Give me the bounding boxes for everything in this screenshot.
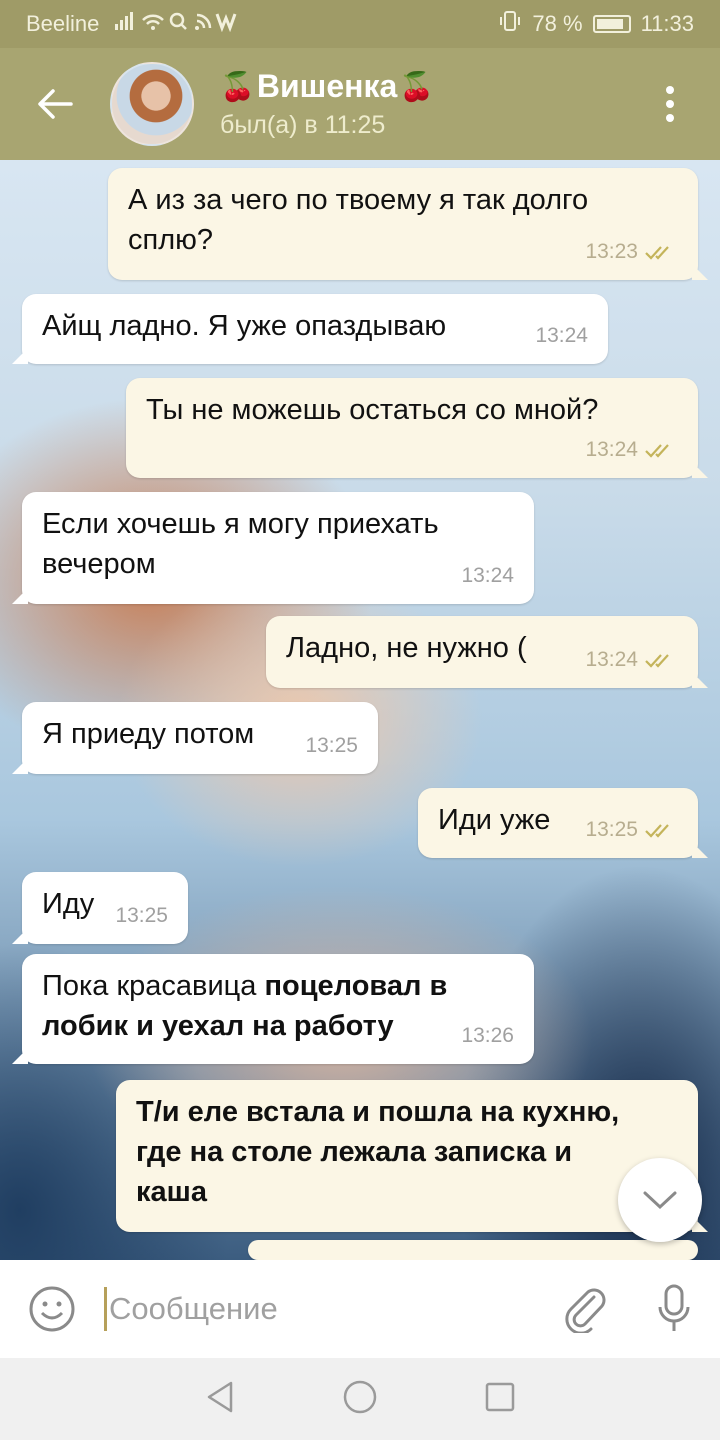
nav-back-icon — [207, 1381, 232, 1412]
message-text: Пока красавица поцеловал в лобик и уехал … — [42, 966, 514, 1046]
timestamp: 13:25 — [115, 904, 168, 927]
timestamp: 13:24 — [535, 324, 588, 347]
timestamp: 13:26 — [461, 1024, 514, 1047]
vibrate-icon — [498, 10, 522, 38]
microphone-icon — [658, 1284, 690, 1331]
system-nav-bar — [0, 1358, 720, 1440]
chat-title-block[interactable]: 🍒 Вишенка 🍒 был(а) в 11:25 — [220, 68, 434, 140]
last-seen: был(а) в 11:25 — [220, 111, 386, 139]
message-text: Т/и еле встала и пошла на кухню, где на с… — [136, 1092, 678, 1212]
message-time: 13:26 — [461, 1016, 514, 1056]
message-line: где на столе лежала записка и — [136, 1136, 573, 1168]
read-ticks-icon — [645, 654, 669, 668]
message-line: Т/и еле встала и пошла на кухню, — [136, 1096, 620, 1128]
message-line: каша — [136, 1176, 207, 1208]
voice-button[interactable] — [656, 1283, 692, 1335]
status-right: 78 % 11:33 — [498, 10, 694, 38]
chat-header: 🍒 Вишенка 🍒 был(а) в 11:25 — [0, 48, 720, 160]
read-ticks-icon — [645, 444, 669, 458]
message-time: 13:24 — [535, 316, 588, 356]
emoji-icon — [29, 1286, 75, 1332]
dot — [666, 86, 674, 94]
outgoing-message[interactable]: Ты не можешь остаться со мной? 13:24 — [126, 378, 698, 478]
message-time: 13:24 — [585, 640, 678, 680]
nav-back-button[interactable] — [203, 1379, 237, 1420]
message-input[interactable]: Сообщение — [109, 1291, 564, 1327]
clock: 11:33 — [640, 11, 694, 36]
message-line: А из за чего по твоему я так долго — [128, 184, 589, 216]
timestamp: 13:23 — [585, 240, 638, 263]
incoming-message[interactable]: Я приеду потом 13:25 — [22, 702, 378, 774]
message-plain-text: Пока красавица — [42, 970, 265, 1002]
contact-name: 🍒 Вишенка 🍒 — [220, 68, 434, 105]
incoming-message[interactable]: Если хочешь я могу приехать вечером 13:24 — [22, 492, 534, 604]
dot — [666, 100, 674, 108]
timestamp: 13:24 — [461, 564, 514, 587]
battery-icon — [592, 15, 631, 33]
timestamp: 13:25 — [585, 818, 638, 841]
nav-recents-icon — [486, 1382, 515, 1411]
read-ticks-icon — [645, 824, 669, 838]
outgoing-message[interactable]: А из за чего по твоему я так долго сплю? 1… — [108, 168, 698, 280]
read-ticks-icon — [645, 246, 669, 260]
carrier-name: Beeline — [26, 11, 100, 36]
message-time: 13:24 — [585, 430, 678, 470]
battery-percent: 78 % — [532, 11, 583, 36]
avatar[interactable] — [110, 62, 194, 146]
paperclip-icon — [565, 1288, 606, 1333]
status-bar: Beeline 78 % 11:33 — [0, 0, 720, 48]
text-cursor — [104, 1287, 107, 1331]
arrow-left-icon — [38, 89, 73, 119]
timestamp: 13:24 — [585, 438, 638, 461]
message-input-bar: Сообщение — [0, 1260, 720, 1358]
message-text: Ты не можешь остаться со мной? — [146, 394, 599, 426]
incoming-message[interactable]: Иду 13:25 — [22, 872, 188, 944]
scroll-down-button[interactable] — [618, 1158, 702, 1242]
dot — [666, 114, 674, 122]
message-line: Пока красавица поцеловал в — [42, 966, 514, 1006]
message-time: 13:24 — [461, 556, 514, 596]
outgoing-message-partial[interactable] — [248, 1240, 698, 1260]
timestamp: 13:24 — [585, 648, 638, 671]
message-bold-text: поцеловал в — [264, 970, 448, 1002]
back-button[interactable] — [0, 48, 110, 160]
outgoing-message[interactable]: Т/и еле встала и пошла на кухню, где на с… — [116, 1080, 698, 1232]
cherry-emoji: 🍒 — [220, 71, 255, 102]
nav-home-icon — [343, 1380, 377, 1413]
message-time: 13:25 — [115, 896, 168, 936]
message-line: Если хочешь я могу приехать — [42, 508, 439, 540]
nav-home-button[interactable] — [342, 1379, 378, 1420]
timestamp: 13:25 — [305, 734, 358, 757]
incoming-message[interactable]: Пока красавица поцеловал в лобик и уехал … — [22, 954, 534, 1064]
cherry-emoji: 🍒 — [399, 71, 435, 102]
message-time: 13:25 — [305, 726, 358, 766]
message-line: вечером — [42, 548, 156, 580]
attach-button[interactable] — [564, 1285, 608, 1333]
signal-wifi-icons — [113, 10, 243, 38]
message-bold-text: лобик и уехал на работу — [42, 1010, 394, 1042]
emoji-button[interactable] — [28, 1285, 76, 1333]
more-menu-button[interactable] — [620, 48, 720, 160]
message-text: Айщ ладно. Я уже опаздываю — [42, 310, 447, 342]
message-time: 13:23 — [585, 232, 678, 272]
message-time: 13:25 — [585, 810, 678, 850]
message-text: Если хочешь я могу приехать вечером — [42, 504, 514, 584]
contact-name-text: Вишенка — [256, 68, 398, 104]
chevron-down-icon — [643, 1191, 677, 1210]
incoming-message[interactable]: Айщ ладно. Я уже опаздываю 13:24 — [22, 294, 608, 364]
outgoing-message[interactable]: Иди уже 13:25 — [418, 788, 698, 858]
outgoing-message[interactable]: Ладно, не нужно (13:24 — [266, 616, 698, 688]
nav-recents-button[interactable] — [483, 1380, 517, 1419]
